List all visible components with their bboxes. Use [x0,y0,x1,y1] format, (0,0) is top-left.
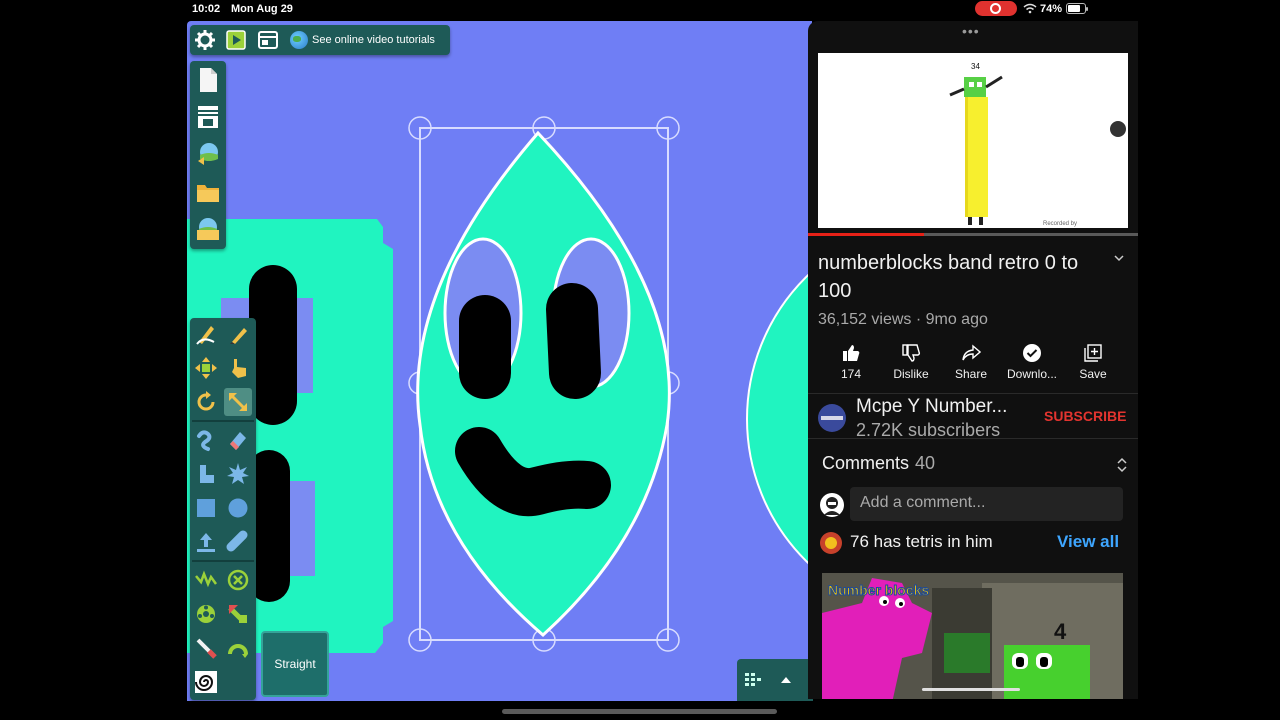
upload-icon[interactable] [192,528,220,556]
channel-avatar[interactable] [818,404,846,432]
video-actions: 174 Dislike Share Downlo... Save [808,343,1138,385]
save-to-playlist-button[interactable]: Save [1061,343,1125,385]
move-icon[interactable] [192,354,220,382]
numberblock-34-character: 34 [949,62,1003,225]
arc-icon[interactable] [224,634,252,662]
save-icon[interactable] [196,216,220,242]
curve-icon[interactable] [192,426,220,454]
status-bar: 10:02 Mon Aug 29 74% [0,0,1280,18]
add-playlist-icon [1084,344,1102,362]
chevron-up-icon[interactable] [779,673,793,687]
layers-icon[interactable] [196,104,220,130]
like-button[interactable]: 174 [819,343,883,385]
import-image-icon[interactable] [196,141,220,167]
wifi-icon [1023,2,1037,14]
status-date: Mon Aug 29 [231,3,293,15]
new-file-icon[interactable] [196,67,220,93]
video-title[interactable]: numberblocks band retro 0 to 100 [818,249,1098,305]
eraser-icon[interactable] [224,426,252,454]
save-label: Save [1079,367,1107,381]
view-all-comments-link[interactable]: View all [1057,532,1119,552]
palette-divider [192,560,254,562]
channel-subscribers: 2.72K subscribers [856,420,1001,440]
thumbnail-number: 4 [1054,619,1067,644]
star-burst-icon[interactable] [224,460,252,488]
comments-count: 40 [915,453,936,473]
recording-watermark: Recorded by [1043,221,1077,227]
chevron-down-icon[interactable] [1112,251,1126,263]
download-icon [1023,344,1041,362]
gear-wheel-icon[interactable] [192,600,220,628]
circle-icon[interactable] [224,494,252,522]
pencil-shape-icon[interactable] [192,320,220,348]
home-indicator[interactable] [502,709,777,714]
top-comment-avatar [820,532,842,554]
pen-icon[interactable] [224,320,252,348]
more-dots-icon[interactable]: ••• [962,24,984,38]
dislike-label: Dislike [893,367,929,381]
video-progress-fill [808,233,924,236]
thumbs-up-icon [843,345,860,361]
bottom-toolbar [737,659,813,701]
add-comment-input[interactable]: Add a comment... [850,487,1123,521]
comments-label: Comments [822,453,910,473]
grid-icon[interactable] [744,672,762,688]
video-player[interactable]: 34 Recorded by [818,53,1128,228]
tutorials-link[interactable]: See online video tutorials [290,28,435,52]
channel-name[interactable]: Mcpe Y Number... [856,396,1007,418]
video-badge-number: 34 [971,62,980,71]
top-toolbar: See online video tutorials [190,25,450,55]
share-button[interactable]: Share [939,343,1003,385]
download-button[interactable]: Downlo... [1000,343,1064,385]
video-progress-bar[interactable] [808,233,1138,236]
leaf-character[interactable] [416,130,671,637]
share-label: Share [954,367,988,381]
spiral-icon[interactable] [192,668,220,696]
rotate-icon[interactable] [192,388,220,416]
file-toolbar [190,61,226,249]
tutorials-link-label: See online video tutorials [312,34,435,46]
boot-icon[interactable] [192,460,220,488]
thumbs-down-icon [902,344,921,362]
youtube-slide-over-panel: ••• 34 Recorded by numberblocks band ret… [808,21,1138,699]
thumbnail-logo: Number blocks [828,582,929,598]
capsule-icon[interactable] [224,528,252,556]
user-avatar [820,493,844,517]
palette-divider [192,420,254,422]
globe-icon [290,31,308,49]
hand-pointer-icon[interactable] [224,354,252,382]
close-circle-icon[interactable] [224,566,252,594]
resize-icon[interactable] [224,388,252,416]
video-meta: 36,152 views · 9mo ago [818,311,988,328]
gear-icon[interactable] [194,29,216,51]
window-icon[interactable] [257,29,279,51]
download-label: Downlo... [1006,367,1058,381]
battery-percent: 74% [1040,3,1063,15]
brush-icon[interactable] [192,634,220,662]
zigzag-icon[interactable] [192,566,220,594]
battery-icon [1066,3,1088,14]
status-time: 10:02 [192,3,221,15]
square-icon[interactable] [192,494,220,522]
channel-row: Mcpe Y Number... 2.72K subscribers SUBSC… [808,393,1138,440]
right-circle-character[interactable] [746,219,812,619]
folder-icon[interactable] [196,179,220,205]
like-count: 174 [840,367,862,381]
subscribe-button[interactable]: SUBSCRIBE [1044,408,1126,424]
screen-recording-icon[interactable] [975,1,1017,16]
thumbnail-scrubber[interactable] [922,688,1020,691]
drawing-canvas[interactable] [187,21,812,701]
comments-header[interactable]: Comments 40 [822,453,935,474]
dislike-button[interactable]: Dislike [879,343,943,385]
play-icon[interactable] [225,29,247,51]
arrow-shape-icon[interactable] [224,600,252,628]
top-comment-text[interactable]: 76 has tetris in him [850,532,993,552]
expand-collapse-icon[interactable] [1116,457,1128,473]
straight-mode-button[interactable]: Straight [261,631,329,697]
share-icon [962,344,981,361]
tool-palette [190,318,256,700]
next-video-thumbnail[interactable]: Number blocks 4 [822,573,1123,699]
